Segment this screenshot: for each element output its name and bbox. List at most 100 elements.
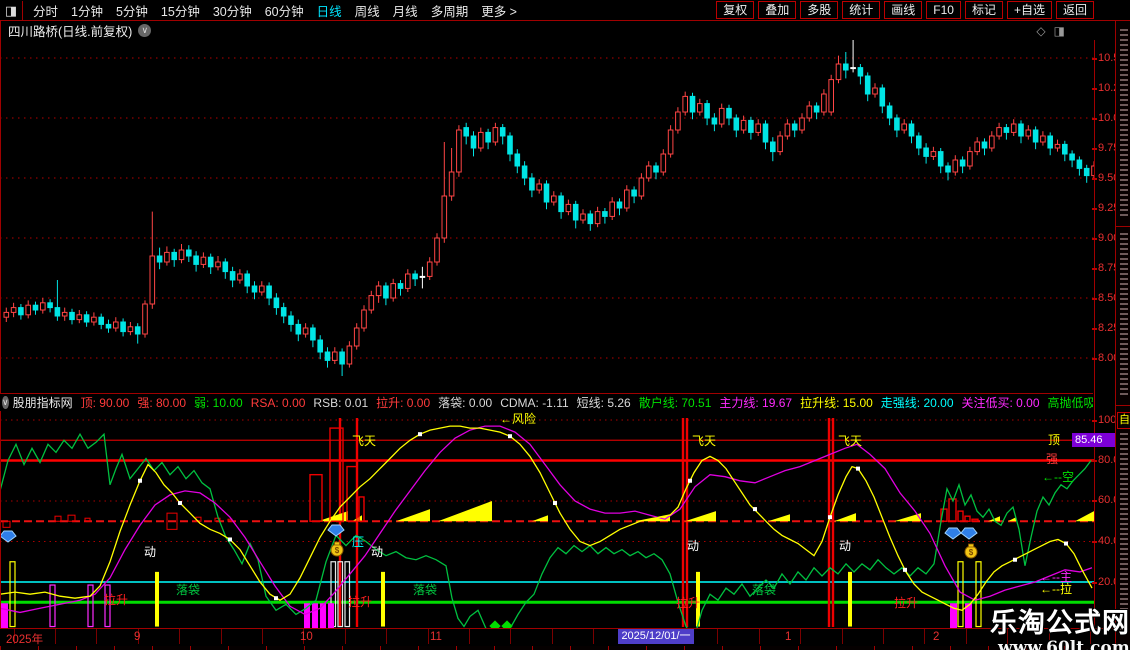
toolbar-button-叠加[interactable]: 叠加	[758, 1, 797, 19]
date-axis-tick	[220, 629, 222, 644]
date-axis-tick	[261, 629, 263, 644]
indicator-axis-tick	[1092, 420, 1097, 422]
pane-label-飞天: 飞天	[692, 434, 716, 448]
indicator-field-拉升: 拉升: 0.00	[376, 395, 431, 410]
date-axis-tick	[96, 629, 98, 644]
period-tab-更多 >[interactable]: 更多 >	[481, 1, 517, 20]
window-layout-icon[interactable]: ◨	[0, 0, 23, 20]
split-window-icon[interactable]: ◨	[1054, 24, 1065, 38]
price-tick	[1092, 148, 1097, 150]
pane-label-←--空: ←--空	[1042, 470, 1074, 484]
date-axis-tick	[510, 629, 512, 644]
watermark: 乐淘公式网 www.60lt.com	[990, 601, 1130, 650]
date-axis-tick	[800, 629, 802, 644]
price-tick	[1092, 118, 1097, 120]
toolbar-button-标记[interactable]: 标记	[964, 1, 1003, 19]
pane-label-飞天: 飞天	[352, 434, 376, 448]
date-axis-tick	[551, 629, 553, 644]
pane-label-拉升: 拉升	[894, 595, 918, 610]
title-bar-icons: ◇ ◨	[1036, 24, 1065, 38]
toolbar-button-画线[interactable]: 画线	[884, 1, 923, 19]
date-axis[interactable]: 2025年 9 10 11 1 2 2025/12/01/一	[0, 628, 1115, 647]
price-tick	[1092, 328, 1097, 330]
divider	[1116, 226, 1130, 227]
chevron-down-icon[interactable]: ∨	[138, 24, 152, 37]
date-axis-tick	[924, 629, 926, 644]
period-tab-1分钟[interactable]: 1分钟	[71, 1, 103, 20]
date-axis-tick	[965, 629, 967, 644]
toolbar-button-统计[interactable]: 统计	[842, 1, 881, 19]
indicator-field-弱: 弱: 10.00	[194, 395, 243, 410]
period-tab-分时[interactable]: 分时	[33, 1, 58, 20]
indicator-axis-tick	[1092, 500, 1097, 502]
date-axis-tick	[54, 629, 56, 644]
price-tick	[1092, 268, 1097, 270]
period-tab-月线[interactable]: 月线	[393, 1, 418, 20]
indicator-pane[interactable]: $ $飞天 飞天 飞天←风险动动动动落袋 落袋 落袋拉升 拉升 拉升 拉升压顶强←--空←--主…	[0, 410, 1095, 628]
date-axis-tick	[717, 629, 719, 644]
right-side-tab-strip[interactable]: 自	[1115, 21, 1130, 650]
date-axis-tick	[468, 629, 470, 644]
svg-text:$: $	[335, 546, 340, 555]
pane-label-拉升: 拉升	[348, 594, 372, 609]
date-axis-tick	[593, 629, 595, 644]
period-tab-5分钟[interactable]: 5分钟	[116, 1, 148, 20]
indicator-name: 股朋指标网	[12, 396, 73, 410]
watermark-url: www.60lt.com	[998, 638, 1130, 650]
toolbar-button-返回[interactable]: 返回	[1055, 1, 1094, 19]
vertical-text-decoration	[1120, 29, 1128, 219]
indicator-field-散户线: 散户线: 70.51	[638, 395, 712, 410]
period-tab-15分钟[interactable]: 15分钟	[161, 1, 200, 20]
vertical-text-decoration	[1120, 233, 1128, 398]
period-tab-30分钟[interactable]: 30分钟	[213, 1, 252, 20]
indicator-field-强: 强: 80.00	[137, 395, 187, 410]
indicator-field-CDMA: CDMA: -1.11	[500, 395, 569, 410]
stock-title: 四川路桥(日线.前复权)	[8, 25, 133, 39]
diamond-marker-icon[interactable]: ◇	[1036, 24, 1045, 38]
candlestick-chart[interactable]	[0, 40, 1095, 393]
toolbar-button-F10[interactable]: F10	[926, 1, 961, 19]
side-tab-custom[interactable]: 自	[1117, 412, 1130, 429]
indicator-values: 顶: 90.00 强: 80.00 弱: 10.00 RSA: 0.00 RSB: 0.…	[80, 394, 1093, 411]
date-label-2: 2	[933, 631, 940, 643]
indicator-field-落袋: 落袋: 0.00	[438, 395, 493, 410]
pane-label-←--拉: ←--拉	[1040, 581, 1072, 596]
date-axis-tick	[344, 629, 346, 644]
toolbar-button-+自选[interactable]: +自选	[1006, 1, 1052, 19]
price-tick	[1092, 88, 1097, 90]
indicator-axis-tick	[1092, 460, 1097, 462]
indicator-field-关注低买: 关注低买: 0.00	[961, 395, 1040, 410]
price-tick	[1092, 298, 1097, 300]
watermark-site-name: 乐淘公式网	[990, 608, 1130, 638]
period-tab-多周期[interactable]: 多周期	[431, 1, 469, 20]
trading-app-window: ◨ 分时 1分钟 5分钟 15分钟 30分钟 60分钟 日线 周线 月线 多周期 更多 > 复权 叠加…	[0, 0, 1130, 650]
period-tab-日线[interactable]: 日线	[317, 1, 342, 20]
period-tab-周线[interactable]: 周线	[355, 1, 380, 20]
indicator-field-RSB: RSB: 0.01	[313, 395, 369, 410]
indicator-field-拉升线: 拉升线: 15.00	[800, 395, 873, 410]
indicator-field-RSA: RSA: 0.00	[250, 395, 306, 410]
selected-date-badge[interactable]: 2025/12/01/一	[618, 629, 694, 644]
period-tab-60分钟[interactable]: 60分钟	[265, 1, 304, 20]
indicator-field-顶: 顶: 90.00	[80, 395, 130, 410]
svg-text:$: $	[969, 548, 974, 557]
pane-label-动: 动	[687, 539, 699, 553]
divider	[1116, 405, 1130, 406]
pane-label-动: 动	[839, 539, 851, 553]
indicator-field-短线: 短线: 5.26	[576, 395, 631, 410]
chevron-down-icon[interactable]: ∨	[2, 396, 9, 409]
price-tick	[1092, 58, 1097, 60]
price-tick	[1092, 238, 1097, 240]
pane-label-落袋: 落袋	[176, 583, 200, 597]
toolbar-button-多股[interactable]: 多股	[800, 1, 839, 19]
date-label-10: 10	[300, 631, 313, 643]
toolbar-button-复权[interactable]: 复权	[716, 1, 755, 19]
indicator-field-主力线: 主力线: 19.67	[719, 395, 793, 410]
indicator-header[interactable]: ∨ 股朋指标网 顶: 90.00 强: 80.00 弱: 10.00 RSA: 0.0…	[0, 393, 1093, 411]
toolbar-right-buttons: 复权 叠加 多股 统计 画线 F10 标记 +自选 返回	[716, 1, 1094, 19]
pane-label-飞天: 飞天	[838, 434, 862, 448]
title-bar: 四川路桥(日线.前复权) ∨ ◇ ◨	[0, 21, 1115, 40]
indicator-field-高抛低吸: 高抛低吸: 0	[1047, 395, 1093, 410]
date-label-2025年: 2025年	[6, 634, 44, 646]
pane-label-拉升: 拉升	[676, 595, 700, 610]
